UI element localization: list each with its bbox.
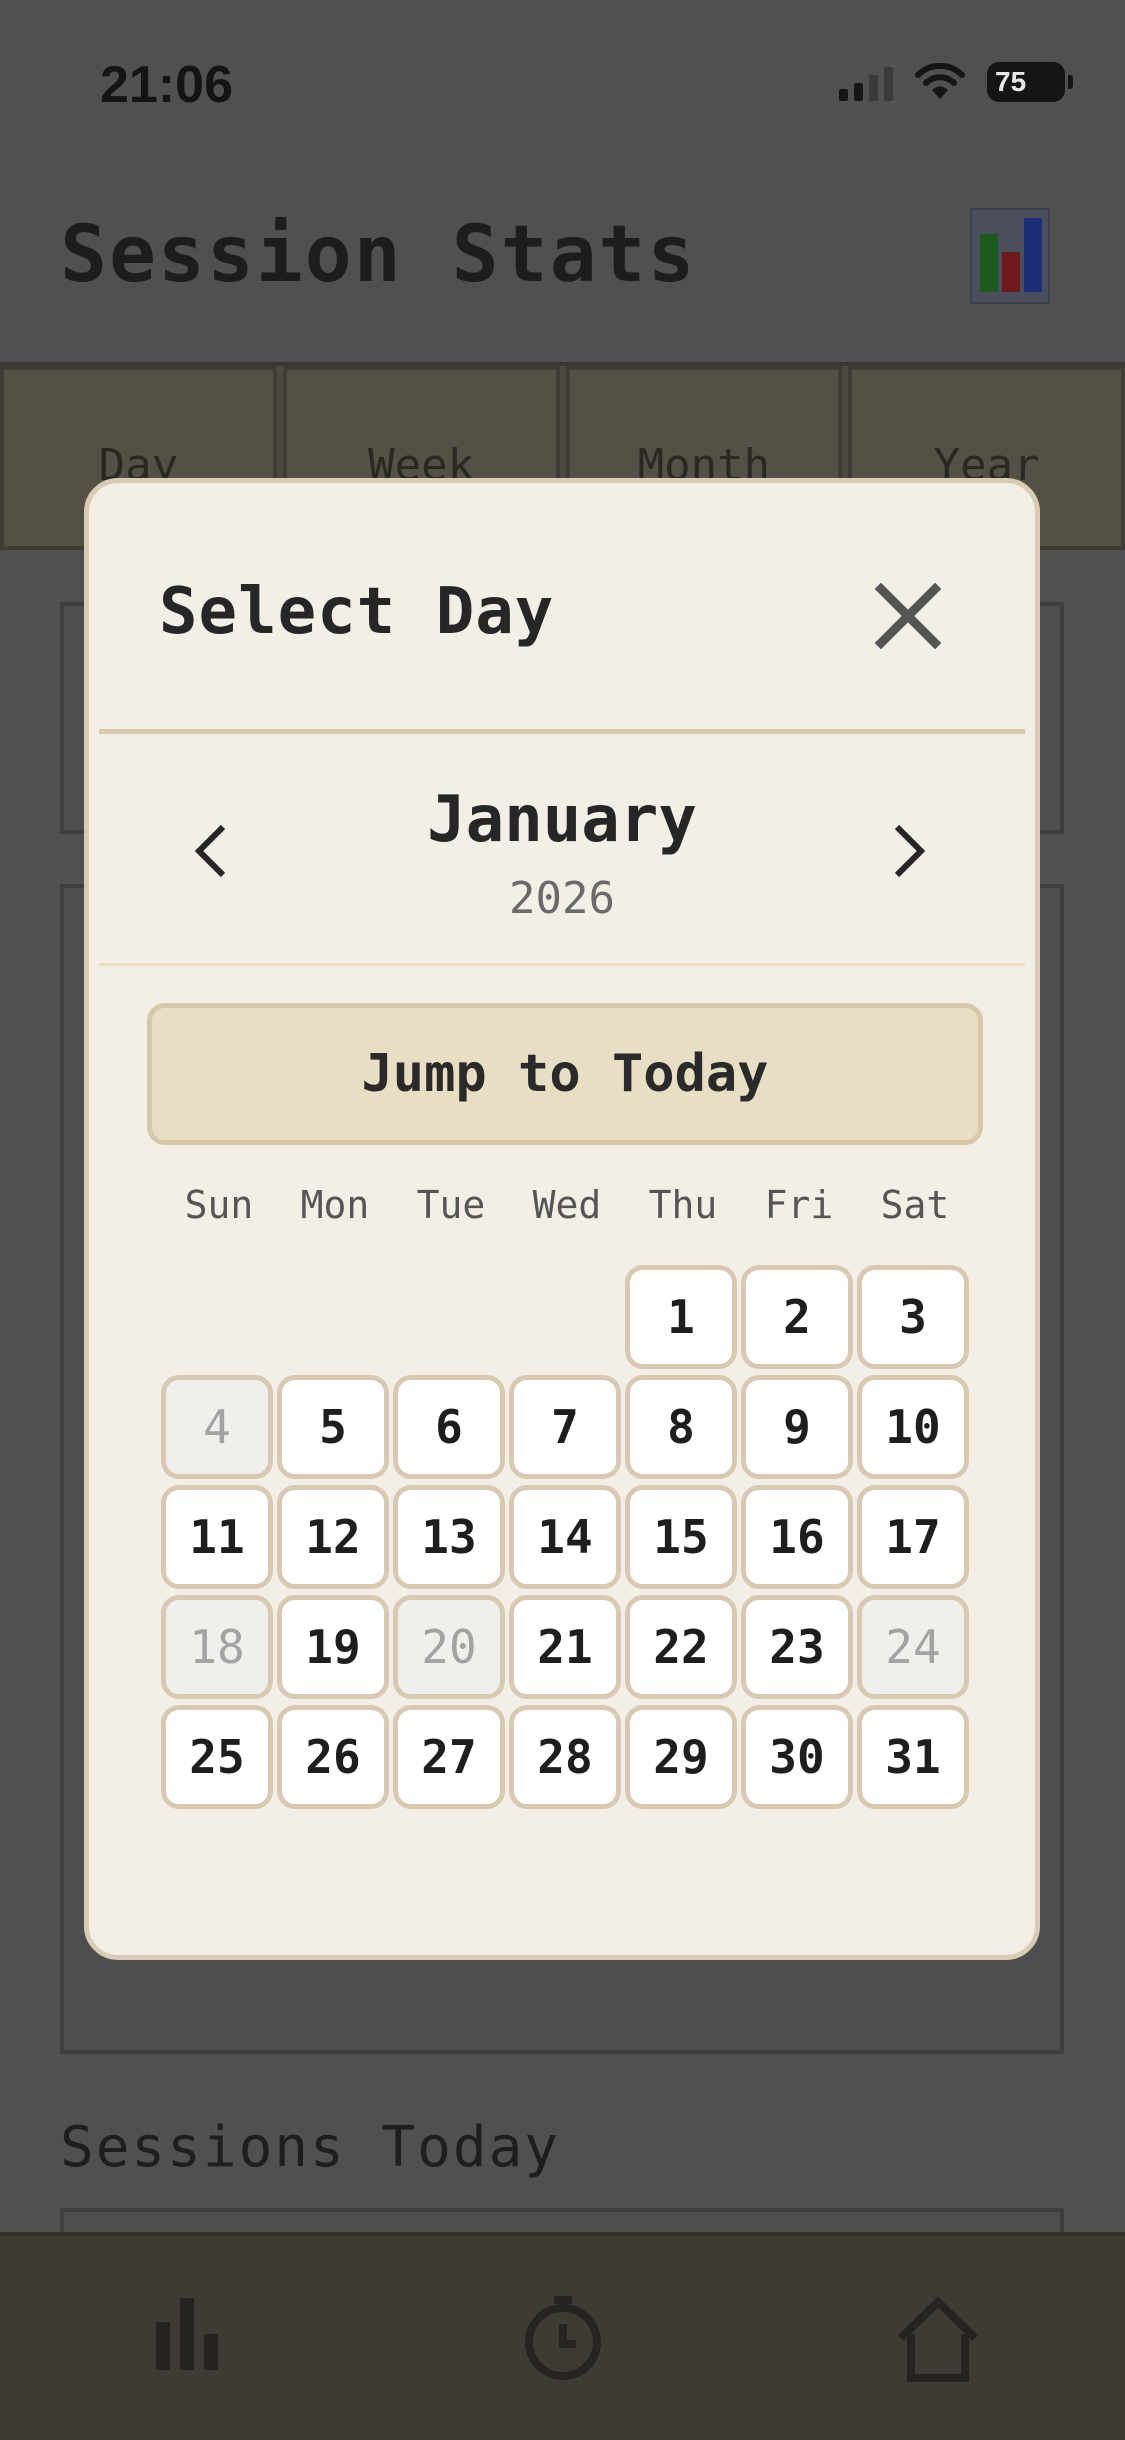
weekday-fri: Fri — [764, 1183, 834, 1227]
day-cell[interactable]: 25 — [161, 1705, 273, 1809]
day-cell-empty — [509, 1265, 621, 1369]
day-cell[interactable]: 19 — [277, 1595, 389, 1699]
signal-icon — [839, 63, 893, 101]
screen-background: 21:06 75 Session Stats Day Week Month Ye… — [0, 0, 1125, 2440]
sessions-title: Sessions Today — [60, 2115, 561, 2180]
status-icons: 75 — [839, 62, 1073, 102]
home-icon[interactable] — [893, 2294, 983, 2388]
weekday-sun: Sun — [184, 1183, 254, 1227]
day-cell[interactable]: 9 — [741, 1375, 853, 1479]
month-divider — [99, 963, 1025, 966]
day-cell[interactable]: 17 — [857, 1485, 969, 1589]
day-cell[interactable]: 22 — [625, 1595, 737, 1699]
day-cell[interactable]: 16 — [741, 1485, 853, 1589]
stats-icon[interactable] — [150, 2294, 224, 2378]
day-cell[interactable]: 30 — [741, 1705, 853, 1809]
weekday-header: Sun Mon Tue Wed Thu Fri Sat — [161, 1183, 973, 1227]
page-title: Session Stats — [60, 210, 697, 300]
day-cell[interactable]: 10 — [857, 1375, 969, 1479]
day-cell: 24 — [857, 1595, 969, 1699]
close-icon[interactable] — [874, 582, 942, 650]
day-cell[interactable]: 23 — [741, 1595, 853, 1699]
day-cell[interactable]: 5 — [277, 1375, 389, 1479]
day-cell[interactable]: 27 — [393, 1705, 505, 1809]
day-cell[interactable]: 31 — [857, 1705, 969, 1809]
weekday-mon: Mon — [300, 1183, 370, 1227]
day-cell[interactable]: 11 — [161, 1485, 273, 1589]
jump-to-today-button[interactable]: Jump to Today — [147, 1003, 983, 1145]
day-cell[interactable]: 26 — [277, 1705, 389, 1809]
day-cell: 4 — [161, 1375, 273, 1479]
weekday-wed: Wed — [532, 1183, 602, 1227]
day-cell[interactable]: 7 — [509, 1375, 621, 1479]
day-cell[interactable]: 28 — [509, 1705, 621, 1809]
day-cell[interactable]: 6 — [393, 1375, 505, 1479]
chevron-left-icon[interactable] — [191, 821, 231, 885]
day-cell-empty — [277, 1265, 389, 1369]
bar-chart-icon[interactable] — [970, 208, 1050, 304]
timer-icon[interactable] — [518, 2294, 608, 2388]
modal-title: Select Day — [159, 575, 555, 649]
day-cell[interactable]: 2 — [741, 1265, 853, 1369]
select-day-modal: Select Day January 2026 Jump to Today Su… — [84, 478, 1040, 1960]
day-cell: 20 — [393, 1595, 505, 1699]
weekday-sat: Sat — [880, 1183, 950, 1227]
day-cell[interactable]: 29 — [625, 1705, 737, 1809]
status-time: 21:06 — [100, 56, 233, 114]
bottom-nav — [0, 2232, 1125, 2440]
day-cell[interactable]: 3 — [857, 1265, 969, 1369]
day-cell[interactable]: 21 — [509, 1595, 621, 1699]
calendar-days-grid: 1 2 3 4 5 6 7 8 9 10 11 12 13 14 15 16 17 18 19 20 21 22 23 24 2… — [161, 1265, 973, 1809]
day-cell[interactable]: 12 — [277, 1485, 389, 1589]
header-divider — [99, 729, 1025, 734]
day-cell-empty — [161, 1265, 273, 1369]
battery-icon: 75 — [987, 62, 1073, 102]
battery-level: 75 — [995, 66, 1027, 97]
weekday-thu: Thu — [648, 1183, 718, 1227]
day-cell[interactable]: 15 — [625, 1485, 737, 1589]
day-cell[interactable]: 13 — [393, 1485, 505, 1589]
day-cell[interactable]: 1 — [625, 1265, 737, 1369]
wifi-icon — [915, 63, 965, 101]
weekday-tue: Tue — [416, 1183, 486, 1227]
day-cell[interactable]: 14 — [509, 1485, 621, 1589]
chevron-right-icon[interactable] — [889, 821, 929, 885]
day-cell-empty — [393, 1265, 505, 1369]
day-cell[interactable]: 8 — [625, 1375, 737, 1479]
day-cell: 18 — [161, 1595, 273, 1699]
